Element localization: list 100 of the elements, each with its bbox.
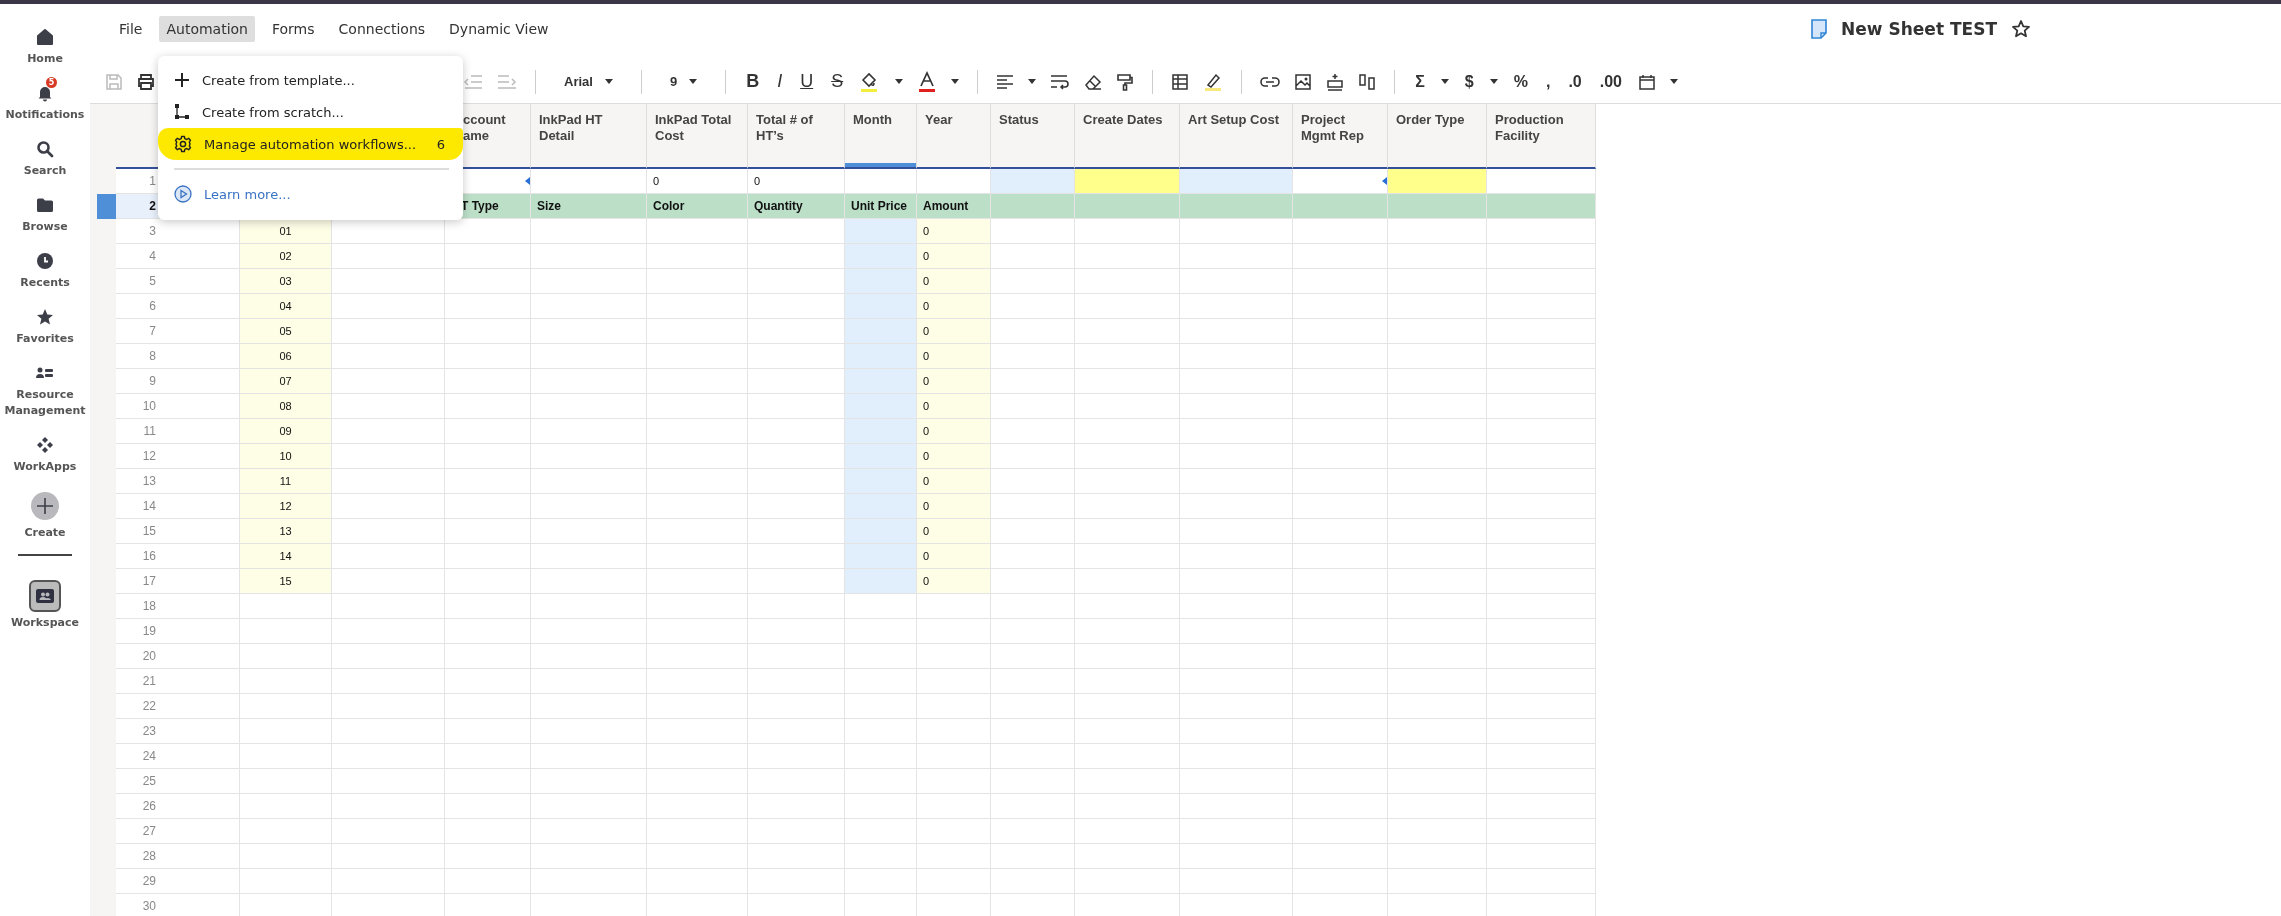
table-cell: 0 [917, 319, 991, 344]
table-cell: 0 [917, 369, 991, 394]
menu-item[interactable]: Forms [265, 16, 322, 42]
number-format-button[interactable]: .0 [1566, 72, 1584, 91]
row-number[interactable]: 9 [116, 369, 170, 394]
number-format-button[interactable]: $ [1462, 72, 1476, 91]
menu-item[interactable]: Create from template... [158, 64, 463, 96]
row-number[interactable]: 7 [116, 319, 170, 344]
row-number[interactable]: 10 [116, 394, 170, 419]
column-header[interactable]: Status [991, 104, 1075, 169]
table-cell: 04 [240, 294, 332, 319]
row-number[interactable]: 8 [116, 344, 170, 369]
row-number[interactable]: 19 [116, 619, 170, 644]
table-cell: 0 [917, 244, 991, 269]
table-cell: 12 [240, 494, 332, 519]
table-cell: 0 [917, 444, 991, 469]
column-header[interactable]: Month [845, 104, 917, 169]
table-cell: Color [647, 194, 748, 219]
row-number[interactable]: 15 [116, 519, 170, 544]
menu-item[interactable]: Connections [331, 16, 433, 42]
row-number[interactable]: 24 [116, 744, 170, 769]
number-format-button[interactable]: % [1511, 72, 1530, 91]
sidebar-item[interactable]: Browse [1, 188, 89, 235]
table-cell: 09 [240, 419, 332, 444]
row-number[interactable]: 30 [116, 894, 170, 916]
table-cell: 06 [240, 344, 332, 369]
sidebar-item[interactable]: WorkApps [1, 428, 89, 475]
table-cell: 0 [917, 394, 991, 419]
sidebar-item[interactable]: Resource Management [1, 356, 89, 419]
sidebar-item[interactable]: 5 Notifications [1, 76, 89, 123]
row-number[interactable]: 25 [116, 769, 170, 794]
table-cell: 13 [240, 519, 332, 544]
column-header[interactable]: Year [917, 104, 991, 169]
text-style-button[interactable]: B [744, 71, 762, 92]
menu-item[interactable]: Automation [159, 16, 255, 42]
column-header[interactable]: InkPad HT Detail [531, 104, 647, 169]
column-header[interactable]: Order Type [1388, 104, 1487, 169]
table-cell: 15 [240, 569, 332, 594]
sidebar-item[interactable]: Home [1, 20, 89, 67]
column-header[interactable]: Project Mgmt Rep [1293, 104, 1388, 169]
row-number[interactable]: 26 [116, 794, 170, 819]
number-format-button[interactable]: , [1543, 72, 1553, 91]
table-cell: 0 [647, 169, 748, 194]
number-format-button[interactable]: Σ [1413, 72, 1427, 91]
table-cell: 0 [748, 169, 845, 194]
font-dropdown[interactable]: Arial [554, 74, 623, 89]
table-cell: 0 [917, 569, 991, 594]
column-header[interactable]: Art Setup Cost [1180, 104, 1293, 169]
menu-item[interactable]: Dynamic View [442, 16, 556, 42]
menu-item[interactable]: File [112, 16, 150, 42]
row-number[interactable]: 18 [116, 594, 170, 619]
row-number[interactable]: 21 [116, 669, 170, 694]
table-cell: 08 [240, 394, 332, 419]
row-number[interactable]: 28 [116, 844, 170, 869]
text-style-button[interactable]: U [798, 71, 816, 92]
table-cell: 0 [917, 219, 991, 244]
column-header[interactable]: InkPad Total Cost [647, 104, 748, 169]
sidebar-item[interactable]: Create [1, 484, 89, 541]
table-cell: Unit Price [845, 194, 917, 219]
row-number[interactable]: 17 [116, 569, 170, 594]
table-cell: 14 [240, 544, 332, 569]
column-header[interactable]: Production Facility [1487, 104, 1596, 169]
table-cell: Size [531, 194, 647, 219]
menu-item[interactable]: Manage automation workflows... 6 [158, 128, 463, 160]
sidebar-item[interactable]: Recents [1, 244, 89, 291]
row-number[interactable]: 4 [116, 244, 170, 269]
table-cell: 0 [917, 494, 991, 519]
sidebar-item[interactable]: Favorites [1, 300, 89, 347]
table-cell: 05 [240, 319, 332, 344]
row-number[interactable]: 14 [116, 494, 170, 519]
table-cell: 0 [917, 294, 991, 319]
table-cell: 10 [240, 444, 332, 469]
row-number[interactable]: 27 [116, 819, 170, 844]
table-cell: 07 [240, 369, 332, 394]
sidebar-item[interactable]: Search [1, 132, 89, 179]
row-number[interactable]: 12 [116, 444, 170, 469]
text-style-button[interactable]: I [775, 71, 785, 92]
table-cell: 0 [917, 519, 991, 544]
column-header[interactable]: Create Dates [1075, 104, 1180, 169]
row-number[interactable]: 5 [116, 269, 170, 294]
table-cell: 03 [240, 269, 332, 294]
row-number[interactable]: 22 [116, 694, 170, 719]
number-format-button[interactable]: .00 [1597, 72, 1624, 91]
row-number[interactable]: 13 [116, 469, 170, 494]
row-number[interactable]: 29 [116, 869, 170, 894]
column-header[interactable]: Total # of HT’s [748, 104, 845, 169]
workspace-button[interactable]: Workspace [1, 574, 89, 631]
row-number[interactable]: 6 [116, 294, 170, 319]
row-number[interactable]: 11 [116, 419, 170, 444]
row-number[interactable]: 23 [116, 719, 170, 744]
table-cell: 02 [240, 244, 332, 269]
row-number[interactable]: 20 [116, 644, 170, 669]
table-cell: 01 [240, 219, 332, 244]
table-cell: 0 [917, 269, 991, 294]
text-style-button[interactable]: S [829, 71, 846, 92]
table-cell: 0 [917, 469, 991, 494]
table-cell: 0 [917, 419, 991, 444]
table-cell: Amount [917, 194, 991, 219]
font-size-dropdown[interactable]: 9 [659, 74, 708, 89]
row-number[interactable]: 16 [116, 544, 170, 569]
